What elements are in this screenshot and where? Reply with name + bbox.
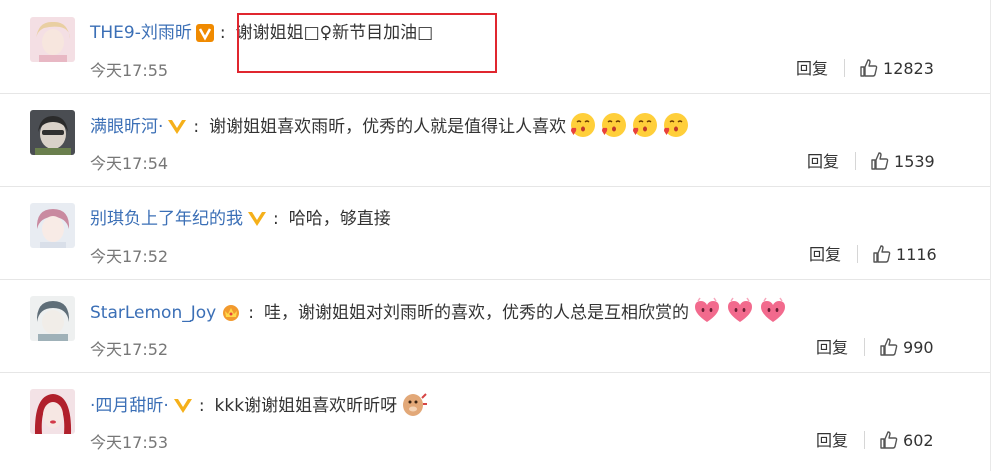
like-count: 990 xyxy=(903,338,934,357)
comment-actions: 回复 1116 xyxy=(809,243,937,267)
comment-time: 今天17:52 xyxy=(90,247,169,266)
avatar[interactable] xyxy=(30,389,75,434)
kiss-emoji-icon xyxy=(662,111,690,149)
comment-text: 谢谢姐姐喜欢雨昕，优秀的人就是值得让人喜欢 xyxy=(209,117,567,137)
reply-button[interactable]: 回复 xyxy=(816,429,848,453)
avatar[interactable] xyxy=(30,110,75,155)
divider xyxy=(844,59,846,77)
kiss-emoji-icon xyxy=(569,111,597,149)
comment-time: 今天17:52 xyxy=(90,340,169,359)
reply-button[interactable]: 回复 xyxy=(796,57,828,81)
like-button[interactable]: 990 xyxy=(879,338,934,357)
comment-time: 今天17:53 xyxy=(90,433,169,452)
kiss-emoji-icon xyxy=(600,111,628,149)
comment-text: kkk谢谢姐姐喜欢昕昕呀 xyxy=(214,396,398,416)
reply-button[interactable]: 回复 xyxy=(816,336,848,360)
comment-text: 哇，谢谢姐姐对刘雨昕的喜欢，优秀的人总是互相欣赏的 xyxy=(263,303,689,323)
comment-time: 今天17:54 xyxy=(90,154,169,173)
comment-item: THE9-刘雨昕: 谢谢姐姐□♀新节目加油□ 今天17:55 回复 12823 xyxy=(0,0,990,94)
emoji-list xyxy=(689,297,788,323)
avatar[interactable] xyxy=(30,17,75,62)
verified-badge-icon xyxy=(195,22,214,52)
like-button[interactable]: 602 xyxy=(879,431,934,450)
like-button[interactable]: 12823 xyxy=(859,59,934,78)
thumbs-up-icon xyxy=(872,244,892,271)
scrollbar-edge xyxy=(990,0,991,471)
comment-item: 满眼昕河·: 谢谢姐姐喜欢雨昕，优秀的人就是值得让人喜欢 今天17:54 回复 15… xyxy=(0,93,990,187)
emoji-list xyxy=(566,113,690,137)
verified-badge-icon xyxy=(173,395,193,425)
comment-item: ·四月甜昕·: kkk谢谢姐姐喜欢昕昕呀 今天17:53 回复 602 xyxy=(0,372,990,465)
separator-colon: : xyxy=(273,209,279,229)
verified-badge-icon xyxy=(167,116,187,146)
separator-colon: : xyxy=(219,23,226,43)
like-count: 602 xyxy=(903,431,934,450)
divider xyxy=(864,431,866,449)
doge-emoji-icon xyxy=(400,390,428,428)
highlight-box xyxy=(237,13,497,73)
thumbs-up-icon xyxy=(879,337,899,364)
like-count: 12823 xyxy=(883,59,934,78)
thumbs-up-icon xyxy=(859,58,879,85)
avatar[interactable] xyxy=(30,296,75,341)
divider xyxy=(855,152,857,170)
username[interactable]: 满眼昕河· xyxy=(90,117,163,137)
separator-colon: : xyxy=(198,396,205,416)
crown-badge-icon xyxy=(220,302,242,332)
reply-button[interactable]: 回复 xyxy=(809,243,841,267)
username[interactable]: 别琪负上了年纪的我 xyxy=(90,209,243,229)
avatar[interactable] xyxy=(30,203,75,248)
heart-emoji-icon xyxy=(692,297,722,335)
separator-colon: : xyxy=(193,117,200,137)
comment-actions: 回复 12823 xyxy=(796,57,934,81)
username[interactable]: ·四月甜昕· xyxy=(90,396,169,416)
comment-actions: 回复 1539 xyxy=(807,150,935,174)
comment-item: 别琪负上了年纪的我: 哈哈，够直接 今天17:52 回复 1116 xyxy=(0,186,990,280)
heart-emoji-icon xyxy=(758,297,788,335)
like-count: 1539 xyxy=(894,152,935,171)
like-button[interactable]: 1539 xyxy=(870,152,935,171)
thumbs-up-icon xyxy=(870,151,890,178)
like-button[interactable]: 1116 xyxy=(872,245,937,264)
kiss-emoji-icon xyxy=(631,111,659,149)
thumbs-up-icon xyxy=(879,430,899,457)
comment-time: 今天17:55 xyxy=(90,61,169,80)
username[interactable]: THE9-刘雨昕 xyxy=(90,23,192,43)
emoji-list xyxy=(397,393,428,416)
verified-badge-icon xyxy=(247,208,267,238)
separator-colon: : xyxy=(248,303,254,323)
comment-text: 哈哈，够直接 xyxy=(288,209,391,229)
like-count: 1116 xyxy=(896,245,937,264)
divider xyxy=(857,245,859,263)
divider xyxy=(864,338,866,356)
reply-button[interactable]: 回复 xyxy=(807,150,839,174)
comment-actions: 回复 602 xyxy=(816,429,934,453)
heart-emoji-icon xyxy=(725,297,755,335)
username[interactable]: StarLemon_Joy xyxy=(90,303,216,323)
comment-actions: 回复 990 xyxy=(816,336,934,360)
comment-item: StarLemon_Joy: 哇，谢谢姐姐对刘雨昕的喜欢，优秀的人总是互相欣赏的 … xyxy=(0,279,990,373)
